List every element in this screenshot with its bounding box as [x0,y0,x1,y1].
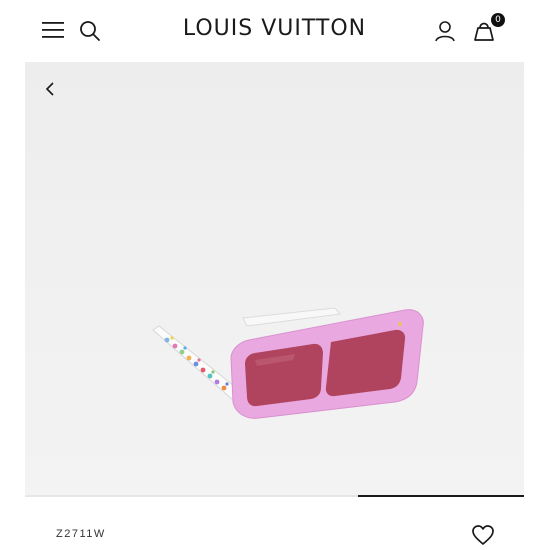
monogram-pattern [164,336,229,391]
product-sku: Z2711W [56,528,106,540]
heart-icon[interactable] [471,524,495,546]
top-header: LOUIS VUITTON 0 [25,0,524,62]
carousel-indicator-active[interactable] [358,495,524,497]
chevron-left-icon[interactable] [43,80,57,98]
app-frame: LOUIS VUITTON 0 Z2711W [25,0,524,550]
product-hero [25,62,524,495]
bag-count-badge: 0 [491,13,505,27]
product-image[interactable] [135,290,425,430]
account-icon[interactable] [433,19,457,43]
